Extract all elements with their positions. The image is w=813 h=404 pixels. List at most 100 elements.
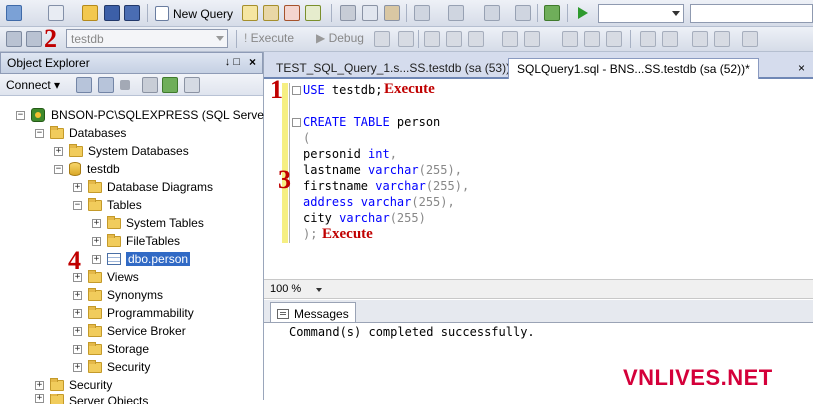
debug-button[interactable]: ▶ Debug [316,31,364,45]
tree-node-filetables[interactable]: + FileTables [92,232,180,250]
summary-icon[interactable] [184,77,200,93]
start-icon[interactable] [578,7,588,19]
collapse-icon[interactable]: − [35,128,44,138]
database-engine-query-icon[interactable] [242,5,258,21]
expand-icon[interactable]: + [92,218,101,228]
comment-lines-icon[interactable] [640,31,656,47]
collapse-icon[interactable] [292,86,301,95]
solution-configuration-dropdown[interactable] [598,4,684,23]
increase-indent-icon[interactable] [714,31,730,47]
zoom-level[interactable]: 100 % [270,283,301,295]
query-editor[interactable]: 1 3 USE testdb; Execute CREATE TABLE per… [264,77,813,279]
tree-node-dbo-person[interactable]: + dbo.person [92,250,191,268]
expand-icon[interactable]: + [73,344,82,354]
available-databases-dropdown[interactable]: testdb [66,29,228,48]
analysis-query-icon[interactable] [263,5,279,21]
tree-node-database-diagrams[interactable]: + Database Diagrams [73,178,213,196]
expand-icon[interactable]: + [35,394,44,403]
execute-button[interactable]: ! Execute [244,31,294,45]
disconnect-icon[interactable] [98,77,114,93]
mdx-query-icon[interactable] [284,5,300,21]
tree-node-storage[interactable]: + Storage [73,340,149,358]
tree-node-testdb[interactable]: − testdb [54,160,120,178]
expand-icon[interactable]: + [73,272,82,282]
tree-node-label: Databases [69,126,127,140]
collapse-icon[interactable]: − [16,110,25,120]
cut-icon[interactable] [340,5,356,21]
decrease-indent-icon[interactable] [692,31,708,47]
close-icon[interactable]: × [249,55,256,69]
cancel-query-icon[interactable] [374,31,390,47]
undo-icon[interactable] [414,5,430,21]
connect-icon[interactable] [6,31,22,47]
find-input[interactable] [690,4,813,23]
stop-icon[interactable] [120,80,130,90]
tree-node-tables[interactable]: − Tables [73,196,142,214]
results-to-text-icon[interactable] [562,31,578,47]
add-item-icon[interactable] [48,5,64,21]
results-to-file-icon[interactable] [606,31,622,47]
disconnect-icon[interactable] [26,31,42,47]
save-icon[interactable] [104,5,120,21]
filter-icon[interactable] [142,77,158,93]
expand-icon[interactable]: + [73,290,82,300]
redo-icon[interactable] [448,5,464,21]
copy-icon[interactable] [362,5,378,21]
parse-icon[interactable] [398,31,414,47]
object-explorer-title: Object Explorer [7,56,90,70]
xmla-query-icon[interactable] [305,5,321,21]
database-icon [69,162,81,176]
tree-node-synonyms[interactable]: + Synonyms [73,286,163,304]
close-tab-icon[interactable]: × [798,61,805,75]
expand-icon[interactable]: + [73,326,82,336]
connect-engine-icon[interactable] [76,77,92,93]
message-output: Command(s) completed successfully. [289,325,535,339]
expand-icon[interactable]: + [92,236,101,246]
navigate-backward-icon[interactable] [484,5,500,21]
pin-icon[interactable]: ↓ □ [225,56,240,68]
tree-node-security-db[interactable]: + Security [73,358,150,376]
open-file-icon[interactable] [82,5,98,21]
expand-icon[interactable]: + [92,254,101,264]
connect-button[interactable]: Connect ▾ [6,78,60,92]
save-all-icon[interactable] [124,5,140,21]
client-statistics-icon[interactable] [524,31,540,47]
tree-node-databases[interactable]: − Databases [35,124,126,142]
navigate-forward-icon[interactable] [515,5,531,21]
tree-node-service-broker[interactable]: + Service Broker [73,322,186,340]
tree-node-security[interactable]: + Security [35,376,112,394]
collapse-icon[interactable] [292,118,301,127]
collapse-icon[interactable]: − [73,200,82,210]
new-project-icon[interactable] [6,5,22,21]
results-to-grid-icon[interactable] [584,31,600,47]
paste-icon[interactable] [384,5,400,21]
tree-node-programmability[interactable]: + Programmability [73,304,194,322]
new-query-label: New Query [173,6,234,21]
query-options-icon[interactable] [446,31,462,47]
expand-icon[interactable]: + [35,380,44,390]
specify-values-icon[interactable] [742,31,758,47]
tree-node-server[interactable]: − BNSON-PC\SQLEXPRESS (SQL Server 12 [16,106,285,124]
tab-test-sql-query[interactable]: TEST_SQL_Query_1.s...SS.testdb (sa (53))… [268,58,523,79]
collapse-icon[interactable]: − [54,164,63,174]
refresh-icon[interactable] [162,77,178,93]
expand-icon[interactable]: + [73,362,82,372]
tab-messages[interactable]: Messages [270,302,356,322]
display-estimated-plan-icon[interactable] [424,31,440,47]
chevron-down-icon[interactable] [316,288,322,292]
new-query-button[interactable]: New Query [155,4,233,23]
tab-sqlquery1[interactable]: SQLQuery1.sql - BNS...SS.testdb (sa (52)… [508,58,759,79]
include-actual-plan-icon[interactable] [502,31,518,47]
intellisense-icon[interactable] [468,31,484,47]
tree-node-views[interactable]: + Views [73,268,139,286]
uncomment-lines-icon[interactable] [662,31,678,47]
tree-node-system-tables[interactable]: + System Tables [92,214,204,232]
expand-icon[interactable]: + [54,146,63,156]
expand-icon[interactable]: + [73,182,82,192]
tree-node-label: BNSON-PC\SQLEXPRESS (SQL Server 12 [51,108,285,122]
tree-node-server-objects[interactable]: + Server Objects [35,394,148,404]
document-tabs: TEST_SQL_Query_1.s...SS.testdb (sa (53))… [264,52,813,79]
expand-icon[interactable]: + [73,308,82,318]
activity-monitor-icon[interactable] [544,5,560,21]
tree-node-system-databases[interactable]: + System Databases [54,142,189,160]
